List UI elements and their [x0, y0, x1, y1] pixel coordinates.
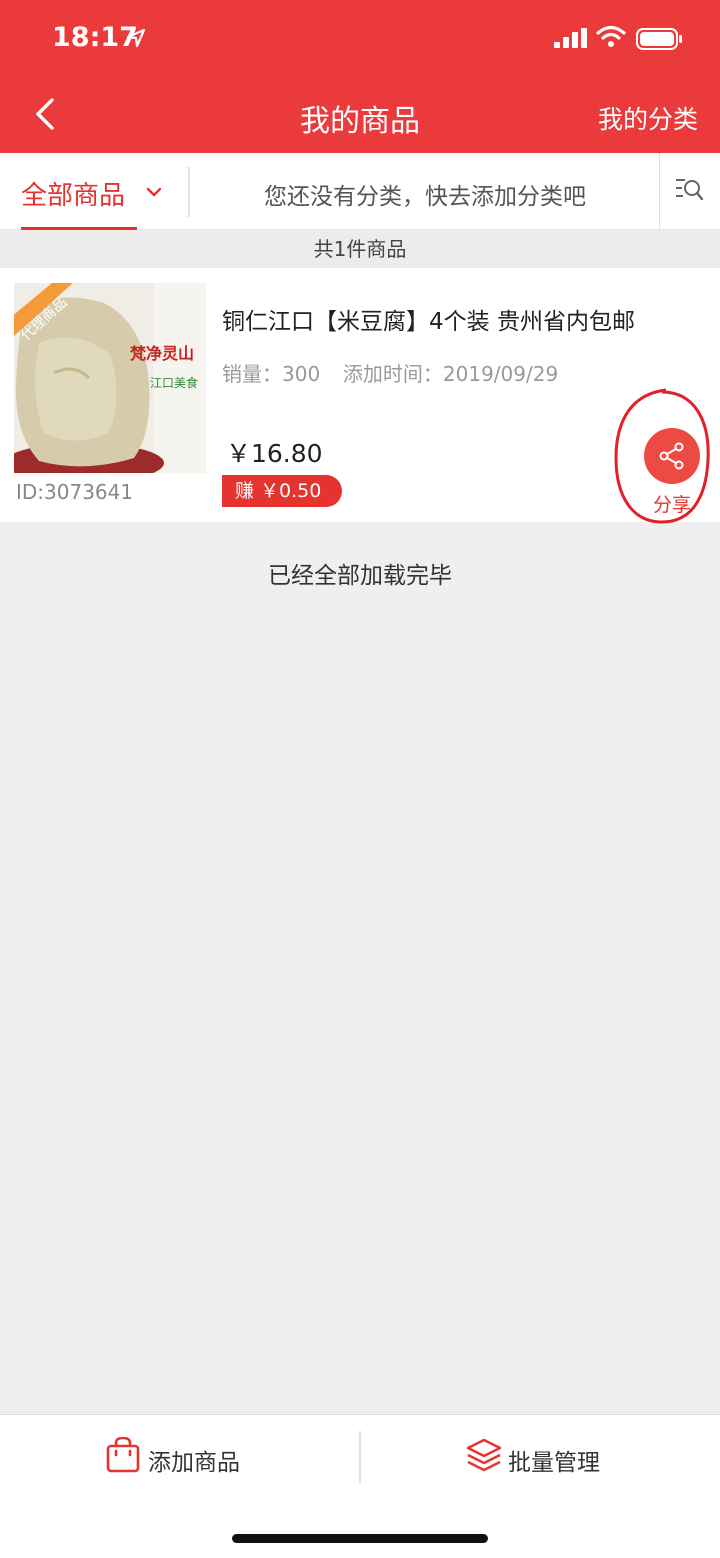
brand-tagline: 江口美食	[150, 375, 198, 390]
product-price: ￥16.80	[226, 439, 323, 468]
batch-manage-label: 批量管理	[508, 1450, 600, 1476]
add-category-hint[interactable]: 您还没有分类，快去添加分类吧	[190, 177, 660, 211]
end-of-list-text: 已经全部加载完毕	[268, 563, 452, 589]
shopping-bag-icon	[106, 1437, 140, 1473]
layers-icon	[466, 1438, 502, 1472]
product-count: 共1件商品	[0, 231, 720, 268]
sales-value: 300	[282, 362, 321, 386]
share-circle	[644, 428, 700, 484]
product-thumbnail[interactable]: 梵净灵山 江口美食 代理商品	[14, 283, 206, 473]
filter-bar: 全部商品 您还没有分类，快去添加分类吧	[0, 153, 720, 230]
product-meta: 销量：300 添加时间：2019/09/29	[222, 358, 558, 387]
share-icon	[659, 442, 684, 470]
header-bar: 18:17 我的商品 我的分类	[0, 0, 720, 153]
tab-all-products-label: 全部商品	[21, 181, 126, 211]
product-title[interactable]: 铜仁江口【米豆腐】4个装 贵州省内包邮	[222, 302, 635, 336]
batch-manage-button[interactable]: 批量管理	[466, 1415, 626, 1499]
divider	[359, 1431, 361, 1483]
product-card[interactable]: 梵净灵山 江口美食 代理商品 ID:3073641 铜仁江口【米豆腐】4个装 贵…	[0, 268, 720, 522]
signal-icon	[554, 28, 587, 48]
product-id: ID:3073641	[16, 480, 134, 504]
product-image: 梵净灵山 江口美食 代理商品	[14, 283, 206, 473]
brand-name: 梵净灵山	[130, 344, 194, 363]
search-button[interactable]	[660, 153, 720, 230]
search-list-icon	[676, 179, 704, 201]
tab-active-underline	[21, 227, 137, 230]
commission-badge: 赚 ￥0.50	[222, 475, 342, 507]
chevron-down-icon	[146, 187, 162, 197]
added-time-label: 添加时间：	[342, 362, 443, 386]
added-time-value: 2019/09/29	[442, 362, 559, 386]
location-arrow-icon	[126, 28, 146, 48]
battery-icon	[636, 28, 682, 50]
my-categories-button[interactable]: 我的分类	[598, 100, 698, 136]
sales-label: 销量：	[222, 362, 282, 386]
tab-all-products[interactable]: 全部商品	[21, 153, 165, 230]
add-product-label: 添加商品	[148, 1450, 240, 1476]
share-button[interactable]: 分享	[640, 428, 704, 518]
share-label: 分享	[652, 494, 691, 516]
add-product-button[interactable]: 添加商品	[106, 1415, 266, 1499]
wifi-icon	[596, 25, 626, 47]
home-indicator[interactable]	[232, 1534, 488, 1543]
